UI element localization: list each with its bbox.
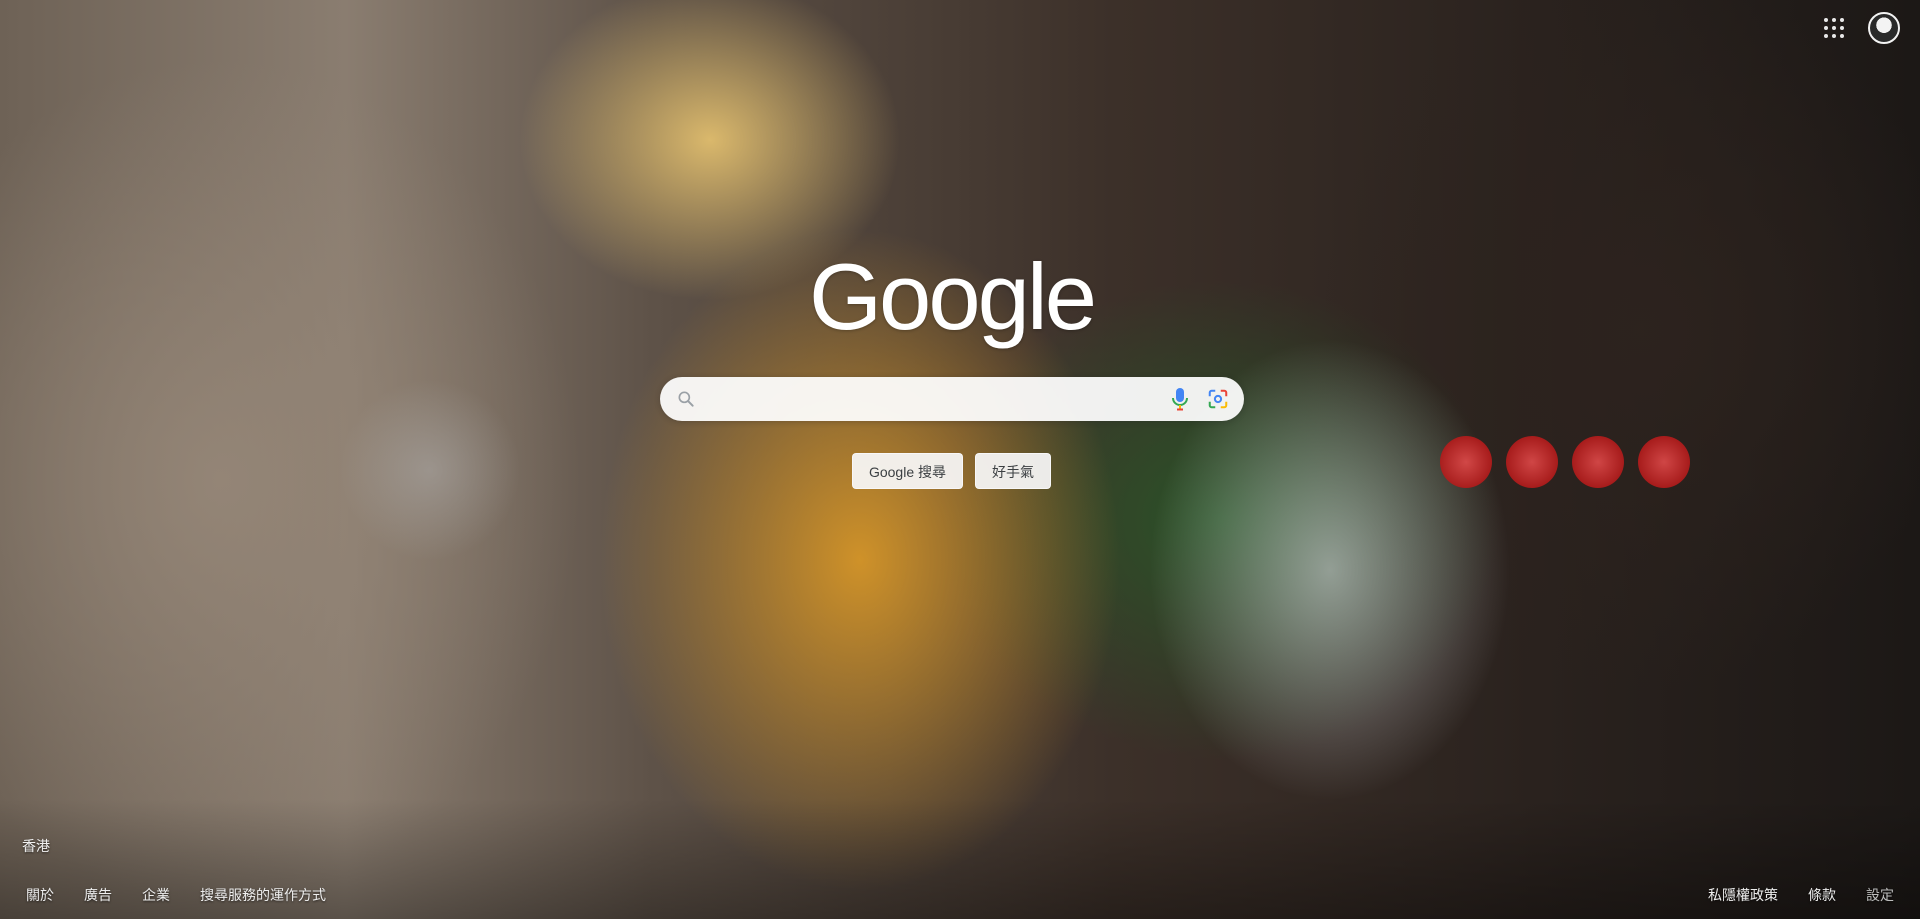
avatar[interactable]	[1868, 12, 1900, 44]
search-buttons: Google 搜尋 好手氣	[0, 453, 1903, 489]
search-input[interactable]	[706, 389, 1154, 409]
footer-left-links: 關於 廣告 企業 搜尋服務的運作方式	[26, 885, 326, 905]
footer-link-about[interactable]: 關於	[26, 885, 54, 905]
apps-grid-icon[interactable]	[1822, 16, 1846, 40]
top-bar	[1822, 12, 1900, 44]
microphone-icon[interactable]	[1168, 387, 1192, 411]
footer: 關於 廣告 企業 搜尋服務的運作方式 私隱權政策 條款 設定	[26, 885, 1894, 905]
footer-link-business[interactable]: 企業	[142, 885, 170, 905]
footer-link-privacy[interactable]: 私隱權政策	[1708, 885, 1778, 905]
footer-link-terms[interactable]: 條款	[1808, 885, 1836, 905]
search-box[interactable]	[660, 377, 1244, 421]
google-logo: Google	[808, 244, 1097, 349]
footer-right-links: 私隱權政策 條款 設定	[1708, 885, 1894, 905]
footer-link-settings[interactable]: 設定	[1866, 885, 1894, 905]
feeling-lucky-button[interactable]: 好手氣	[975, 453, 1052, 489]
google-search-button[interactable]: Google 搜尋	[851, 453, 964, 489]
search-icon	[676, 389, 696, 409]
footer-link-how-search-works[interactable]: 搜尋服務的運作方式	[200, 885, 326, 905]
footer-location: 香港	[22, 838, 50, 854]
footer-link-advertising[interactable]: 廣告	[84, 885, 112, 905]
camera-lens-icon[interactable]	[1206, 387, 1230, 411]
